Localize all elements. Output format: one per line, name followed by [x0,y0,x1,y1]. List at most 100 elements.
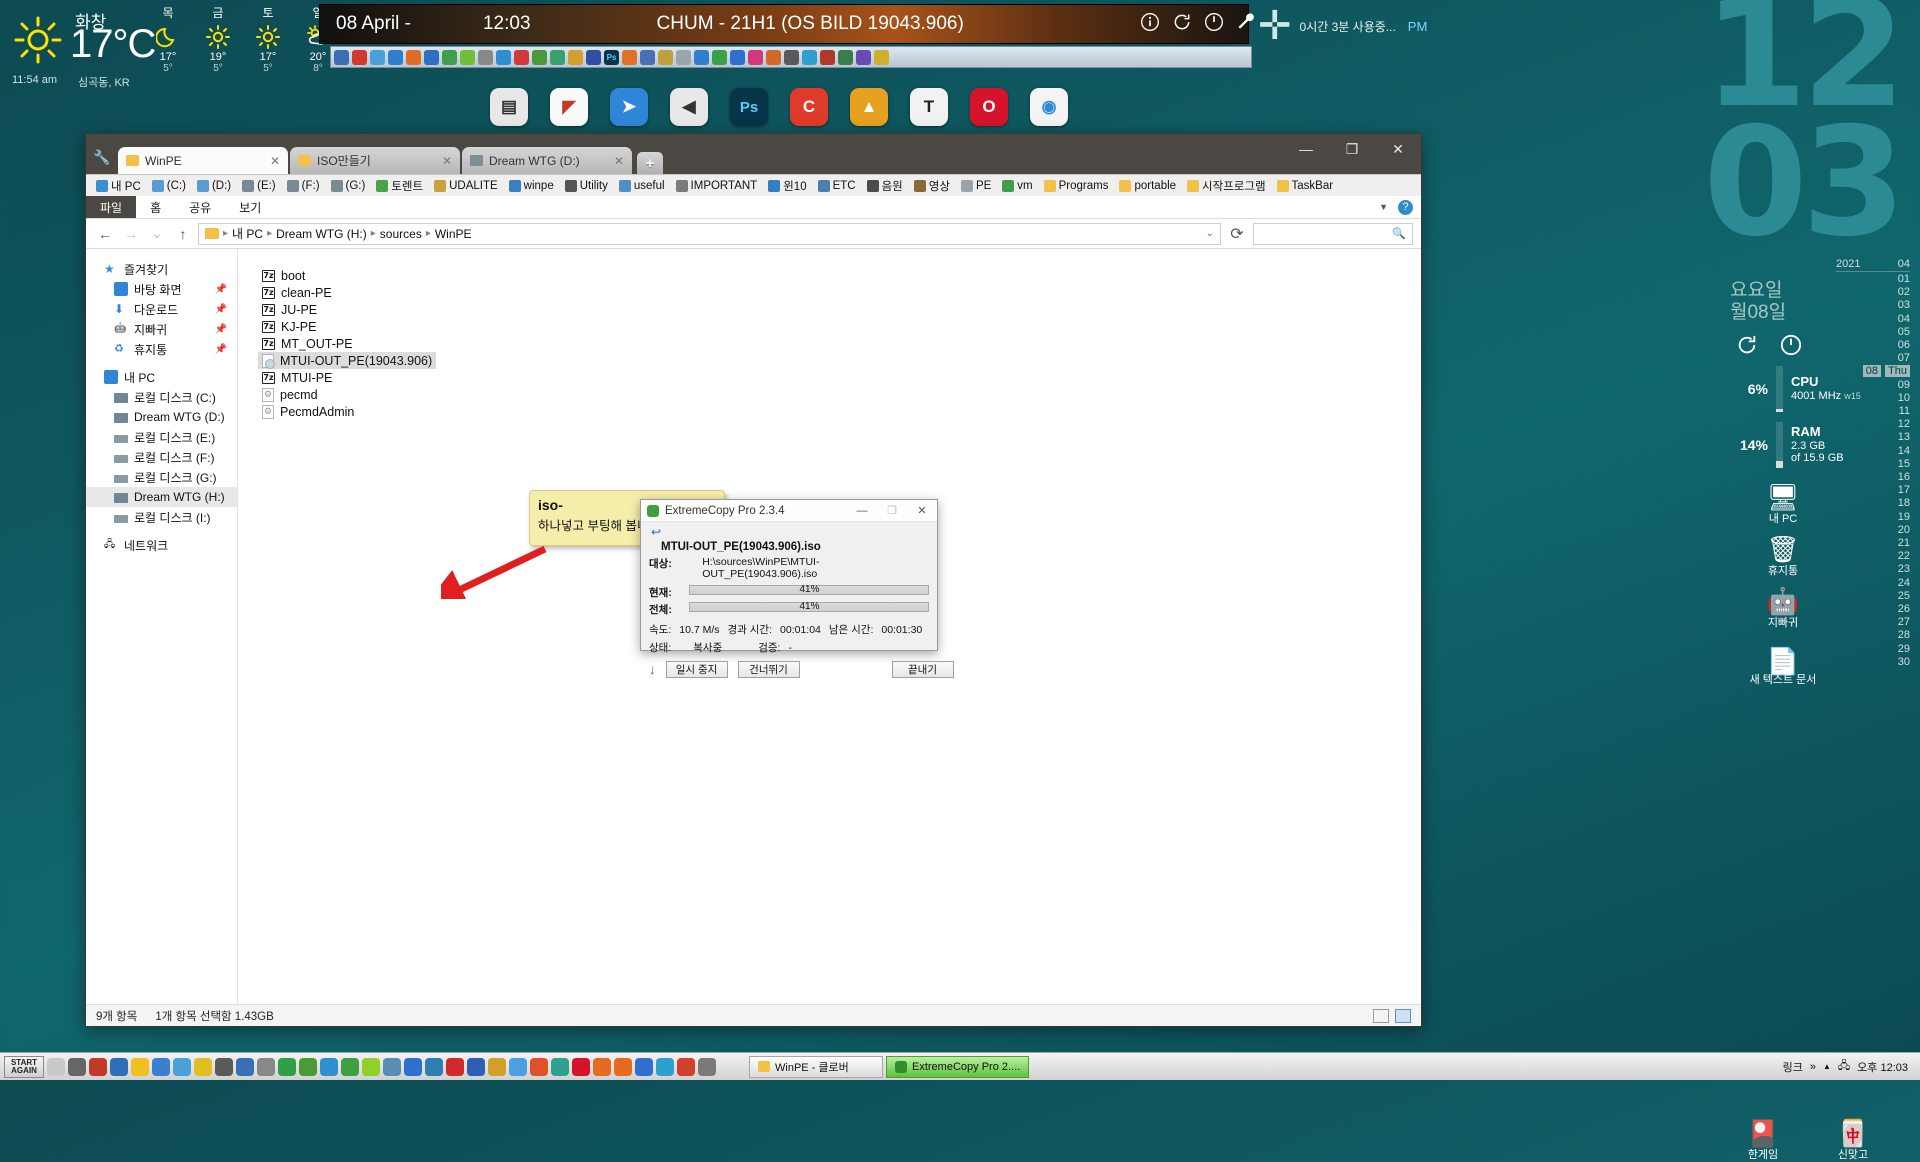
app-icon[interactable] [694,49,709,65]
calendar-day[interactable]: 27 [1836,616,1910,629]
chevron-down-icon[interactable]: ▼ [1379,202,1388,212]
desktop-icon-hangame[interactable]: 🎴 한게임 [1726,1120,1800,1162]
app-icon[interactable] [257,1057,275,1076]
app-icon[interactable]: ▲ [850,88,888,126]
app-icon[interactable] [622,49,637,65]
calendar-day[interactable]: 22 [1836,550,1910,563]
app-icon[interactable] [110,1057,128,1076]
dialog-close-button[interactable]: ✕ [907,500,937,521]
app-icon[interactable] [730,49,745,65]
bookmark-item[interactable]: 토렌트 [372,177,427,195]
chevron-down-icon[interactable]: ⌄ [1206,228,1214,239]
app-icon[interactable] [820,49,835,65]
app-icon[interactable]: ◀ [670,88,708,126]
bookmark-item[interactable]: 내 PC [92,177,145,195]
finish-button[interactable]: 끝내기 [891,661,954,678]
chrome-icon[interactable]: ◉ [1030,88,1068,126]
view-mode-buttons[interactable] [1373,1008,1411,1023]
file-list-item[interactable]: PecmdAdmin [258,403,398,420]
file-list-item[interactable]: MTUI-OUT_PE(19043.906) [258,352,437,369]
nav-item-recycle-bin[interactable]: ♻ 휴지통 📌 [86,339,237,359]
app-icon[interactable] [802,49,817,65]
bookmark-bar[interactable]: 내 PC (C:) (D:) (E:) (F:) (G:) 토렌트 UDALITE winpe U… [86,174,1421,196]
app-icon[interactable] [586,49,601,65]
recent-locations-button[interactable]: ⌄ [146,223,168,245]
skip-button[interactable]: 건너뛰기 [737,661,800,678]
app-icon[interactable] [236,1057,254,1076]
calendar-day[interactable]: 16 [1836,471,1910,484]
wrench-icon[interactable] [1236,12,1256,32]
weather-gadget[interactable]: 화창 17°C 11:54 am 심곡동, KR 목 17° 5° 금 19° … [0,0,326,96]
calendar-day[interactable]: 18 [1836,497,1910,510]
firefox-icon[interactable] [593,1057,611,1076]
nav-item-network[interactable]: 🖧 네트워크 [86,535,237,555]
desktop-icon-my-pc[interactable]: 🖥 내 PC [1746,484,1820,526]
info-icon[interactable] [1140,12,1160,32]
taskbar-task-winpe[interactable]: WinPE - 클로버 [749,1055,883,1078]
bookmark-item[interactable]: ETC [814,179,860,193]
ribbon-help-group[interactable]: ▼ ? [1371,196,1421,218]
calendar-day[interactable]: 10 [1836,392,1910,405]
app-icon[interactable] [442,49,457,65]
search-input[interactable]: 🔍 [1253,222,1413,245]
calendar-day[interactable]: 11 [1836,405,1910,418]
bookmark-item[interactable]: useful [615,179,669,193]
nav-item-desktop[interactable]: 바탕 화면 📌 [86,279,237,299]
bookmark-item[interactable]: portable [1115,179,1180,193]
calendar-day[interactable]: 20 [1836,524,1910,537]
calendar-day[interactable]: 21 [1836,537,1910,550]
app-icon[interactable] [383,1057,401,1076]
close-icon[interactable]: ✕ [442,154,452,168]
opera-icon[interactable]: O [970,88,1008,126]
tab-iso-maker[interactable]: ISO만들기 ✕ [290,147,460,174]
app-icon[interactable] [460,49,475,65]
minimize-button[interactable]: — [1283,134,1329,164]
bookmark-item[interactable]: 영상 [910,177,954,195]
calendar-day[interactable]: 25 [1836,590,1910,603]
calendar-day[interactable]: 06 [1836,339,1910,352]
app-icon[interactable] [352,49,367,65]
bookmark-item[interactable]: IMPORTANT [672,179,762,193]
pause-button[interactable]: 일시 중지 [665,661,728,678]
calendar-day[interactable]: 09 [1836,379,1910,392]
app-icon[interactable] [550,49,565,65]
extremecopy-dialog[interactable]: ExtremeCopy Pro 2.3.4 — ❐ ✕ ↩ MTUI-OUT_P… [640,499,954,678]
pin-icon[interactable]: 📌 [215,304,227,315]
power-icon[interactable] [1780,334,1802,356]
app-icon[interactable] [656,1057,674,1076]
app-icon[interactable] [341,1057,359,1076]
power-icon[interactable] [1204,12,1224,32]
nav-item-hdd[interactable]: 로컬 디스크 (E:) [86,427,237,447]
refresh-button[interactable]: ⟳ [1225,223,1249,245]
bookmark-item[interactable]: vm [998,179,1036,193]
app-icon[interactable] [215,1057,233,1076]
app-icon[interactable] [568,49,583,65]
app-icon[interactable] [425,1057,443,1076]
file-list-item[interactable]: pecmd [258,386,398,403]
sidebar-game-icons[interactable]: 🎴 한게임 🀄 신맞고 [1726,1120,1916,1162]
dialog-titlebar[interactable]: ExtremeCopy Pro 2.3.4 — ❐ ✕ [641,500,937,522]
calendar-day[interactable]: 03 [1836,299,1910,312]
calendar-day[interactable]: 28 [1836,629,1910,642]
calendar-day[interactable]: 26 [1836,603,1910,616]
task-view-icon[interactable] [47,1057,65,1076]
calendar-day[interactable]: 15 [1836,458,1910,471]
app-icon[interactable] [388,49,403,65]
calendar-day[interactable]: 17 [1836,484,1910,497]
network-icon[interactable]: 🖧 [1838,1057,1850,1076]
bookmark-item[interactable]: TaskBar [1273,179,1338,193]
app-icon[interactable] [173,1057,191,1076]
ribbon-tab-home[interactable]: 홈 [136,196,175,218]
app-icon[interactable] [509,1057,527,1076]
breadcrumb-item-winpe[interactable]: WinPE [435,227,472,241]
system-tray[interactable]: 링크 » ▲ 🖧 오후 12:03 [1783,1057,1916,1076]
start-button[interactable]: START AGAIN [4,1055,44,1078]
breadcrumb-item-sources[interactable]: sources [380,227,422,241]
photoshop-icon[interactable]: Ps [604,49,619,65]
tray-clock[interactable]: 오후 12:03 [1857,1059,1908,1075]
close-icon[interactable]: ✕ [614,154,624,168]
calendar-day[interactable]: 19 [1836,511,1910,524]
app-icon[interactable] [496,49,511,65]
dialog-buttons[interactable]: ↓ 일시 중지 건너뛰기 끝내기 [649,661,954,678]
bookmark-item[interactable]: 윈10 [764,177,810,195]
